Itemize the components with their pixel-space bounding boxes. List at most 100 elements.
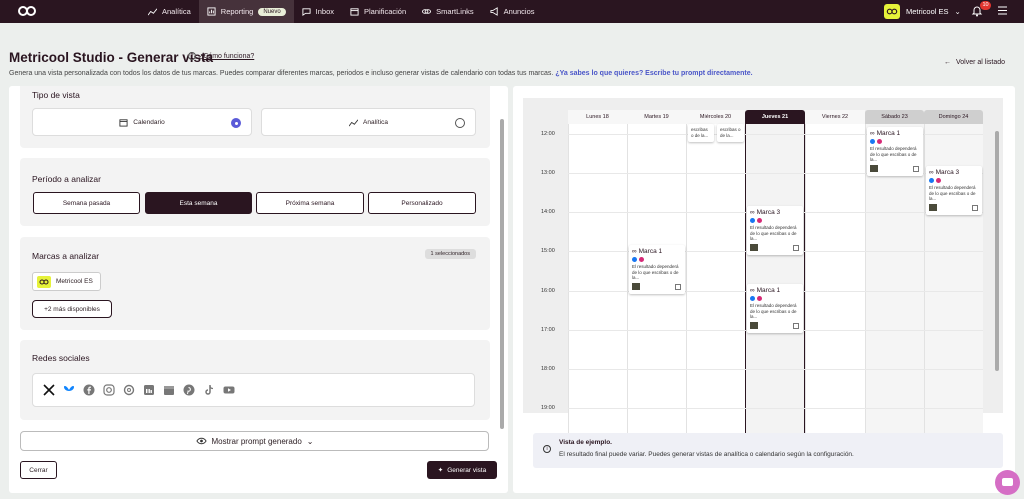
nav-item-inbox[interactable]: Inbox xyxy=(294,0,342,23)
radio-selected[interactable] xyxy=(231,118,241,128)
post-thumbnail xyxy=(632,282,640,290)
calendar-post-card[interactable]: escribas o de la... xyxy=(688,124,714,142)
day-column-today xyxy=(745,124,805,437)
day-header: Miércoles 20 xyxy=(686,110,745,124)
brand-logo-icon: ∞ xyxy=(870,130,875,137)
new-badge: Nuevo xyxy=(258,7,286,16)
period-option-semana-pasada[interactable]: Semana pasada xyxy=(33,192,140,214)
view-type-analitica[interactable]: Analítica xyxy=(261,108,476,136)
grid-icon xyxy=(793,244,799,251)
section-title: Redes sociales xyxy=(32,353,90,363)
calendar-scrollbar[interactable] xyxy=(994,126,1000,416)
facebook-icon[interactable] xyxy=(83,384,95,396)
close-button[interactable]: Cerrar xyxy=(20,461,57,479)
facebook-icon xyxy=(750,296,755,301)
nav-label: SmartLinks xyxy=(436,7,474,16)
section-title: Tipo de vista xyxy=(32,90,80,100)
hour-label: 14:00 xyxy=(541,209,555,215)
nav-item-analitica[interactable]: Analítica xyxy=(140,0,199,23)
nav-item-smartlinks[interactable]: SmartLinks xyxy=(414,0,482,23)
account-name: Metricool ES xyxy=(906,7,949,16)
period-option-proxima-semana[interactable]: Próxima semana xyxy=(256,192,364,214)
instagram-icon xyxy=(757,218,762,223)
period-option-personalizado[interactable]: Personalizado xyxy=(368,192,476,214)
calendar-grid: escribas o de la... escribas o de la... … xyxy=(568,124,983,437)
tiktok-icon[interactable] xyxy=(203,384,215,396)
hour-label: 15:00 xyxy=(541,248,555,254)
view-type-calendario[interactable]: Calendario xyxy=(32,108,252,136)
left-scrollbar[interactable] xyxy=(499,89,505,429)
card-text: escribas o de la... xyxy=(720,127,741,138)
sparkle-icon: ✦ xyxy=(437,467,444,474)
nav-item-anuncios[interactable]: Anuncios xyxy=(482,0,543,23)
calendar-post-card[interactable]: ∞ Marca 1 El resultado dependerá de lo qu… xyxy=(867,127,923,176)
hour-label: 12:00 xyxy=(541,131,555,137)
chart-line-icon xyxy=(148,8,157,16)
brand-logo-icon: ∞ xyxy=(750,209,755,216)
avatar xyxy=(884,4,900,19)
config-panel: Tipo de vista Calendario Analítica Perío… xyxy=(9,86,508,493)
linkedin-icon[interactable] xyxy=(143,384,155,396)
card-text: El resultado dependerá de lo que escriba… xyxy=(929,185,976,201)
threads-icon[interactable] xyxy=(123,384,135,396)
help-link-label: ¿Cómo funciona? xyxy=(199,52,255,60)
google-business-icon[interactable] xyxy=(163,384,175,396)
brand-chip-metricool[interactable]: Metricool ES xyxy=(32,272,101,291)
brand-logo-icon: ∞ xyxy=(750,287,755,294)
post-thumbnail xyxy=(750,243,758,251)
page-subtitle: Genera una vista personalizada con todos… xyxy=(9,70,753,77)
selected-count-badge: 1 seleccionados xyxy=(424,249,476,259)
section-title: Marcas a analizar xyxy=(32,251,100,261)
period-option-esta-semana[interactable]: Esta semana xyxy=(145,192,252,214)
nav-label: Reporting xyxy=(220,7,254,16)
grid-icon xyxy=(793,322,799,329)
show-prompt-button[interactable]: Mostrar prompt generado ⌄ xyxy=(20,431,489,451)
option-label: Analítica xyxy=(363,118,388,126)
generate-view-button[interactable]: ✦ Generar vista xyxy=(427,461,497,479)
prompt-button-label: Mostrar prompt generado xyxy=(211,436,302,446)
info-icon: i xyxy=(543,445,551,453)
hour-label: 13:00 xyxy=(541,170,555,176)
chat-support-icon[interactable] xyxy=(995,470,1020,495)
more-brands-button[interactable]: +2 más disponibles xyxy=(32,300,112,318)
day-header: Viernes 22 xyxy=(805,110,865,124)
metricool-logo[interactable] xyxy=(18,5,36,17)
back-to-list-link[interactable]: ← Volver al listado xyxy=(944,59,1005,66)
nav-item-reporting[interactable]: Reporting Nuevo xyxy=(198,0,294,23)
x-icon[interactable] xyxy=(43,384,55,396)
notice-text: El resultado final puede variar. Puedes … xyxy=(559,451,854,458)
day-column xyxy=(568,124,627,437)
write-prompt-link[interactable]: ¿Ya sabes lo que quieres? Escribe tu pro… xyxy=(555,70,752,77)
scrollbar-thumb[interactable] xyxy=(500,119,504,429)
nav-label: Anuncios xyxy=(503,7,535,16)
card-text: El resultado dependerá de lo que escriba… xyxy=(750,225,797,241)
facebook-icon xyxy=(632,257,637,262)
calendar-post-card[interactable]: ∞ Marca 3 El resultado dependerá de lo qu… xyxy=(926,166,982,215)
chat-bubble-icon xyxy=(302,8,311,16)
question-icon: ? xyxy=(188,52,196,60)
pinterest-icon[interactable] xyxy=(183,384,195,396)
radio-unselected[interactable] xyxy=(455,118,465,128)
calendar-post-card[interactable]: ∞ Marca 3 El resultado dependerá de lo qu… xyxy=(747,206,803,255)
scrollbar-thumb[interactable] xyxy=(995,131,999,371)
instagram-icon xyxy=(877,139,882,144)
account-switcher[interactable]: Metricool ES ⌄ xyxy=(884,4,961,19)
main-nav: Analítica Reporting Nuevo Inbox Planific… xyxy=(140,0,543,23)
instagram-icon[interactable] xyxy=(103,384,115,396)
hour-label: 17:00 xyxy=(541,327,555,333)
brands-section: Marcas a analizar 1 seleccionados Metric… xyxy=(20,237,490,330)
brand-name: Metricool ES xyxy=(56,278,93,285)
bluesky-icon[interactable] xyxy=(63,384,75,396)
link-icon xyxy=(422,9,432,14)
nav-item-planificacion[interactable]: Planificación xyxy=(342,0,414,23)
subtitle-text: Genera una vista personalizada con todos… xyxy=(9,70,554,77)
calendar-post-card[interactable]: ∞ Marca 1 El resultado dependerá de lo qu… xyxy=(629,245,685,294)
chart-line-icon xyxy=(349,119,359,126)
hour-line xyxy=(568,369,983,370)
youtube-icon[interactable] xyxy=(223,384,235,396)
hamburger-menu-icon[interactable] xyxy=(998,6,1007,15)
social-section: Redes sociales xyxy=(20,340,490,420)
calendar-post-card[interactable]: escribas o de la... xyxy=(717,124,744,142)
calendar-post-card[interactable]: ∞ Marca 1 El resultado dependerá de lo qu… xyxy=(747,284,803,333)
help-link[interactable]: ? ¿Cómo funciona? xyxy=(188,52,254,60)
